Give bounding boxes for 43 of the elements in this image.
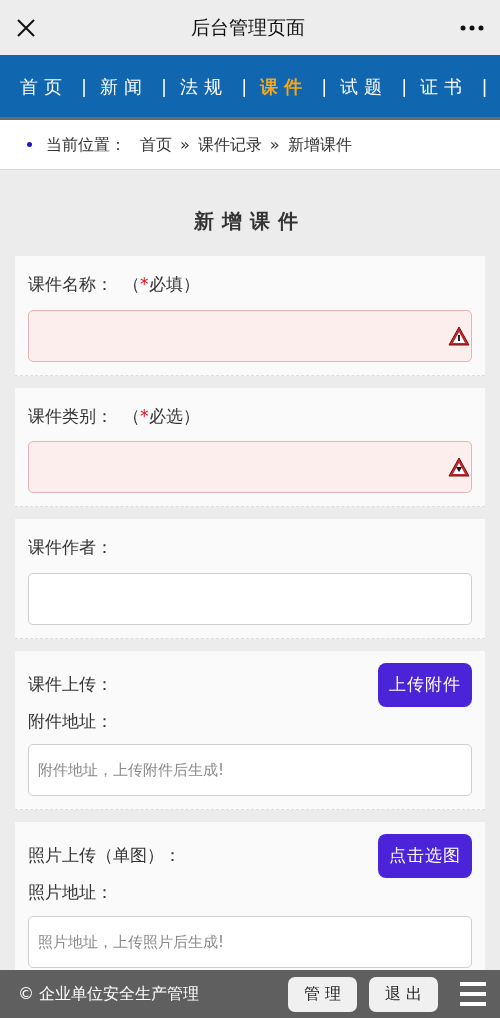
nav-tab[interactable]: 法规	[180, 72, 229, 100]
footer-button[interactable]: 管 理	[287, 976, 357, 1012]
upload-button[interactable]: 点击选图	[378, 834, 472, 878]
nav-separator: |	[161, 74, 168, 99]
field-label: 课件名称：	[28, 273, 113, 296]
menu-icon[interactable]	[460, 981, 486, 1007]
field-label: 课件上传：	[28, 672, 113, 696]
warning-icon	[448, 325, 470, 346]
nav-separator: |	[241, 74, 248, 99]
page-heading: 新增课件	[193, 208, 307, 235]
nav-tab[interactable]: 新闻	[100, 72, 149, 100]
required-note: （*必填）	[123, 273, 200, 296]
nav-tab[interactable]: 证书	[420, 72, 469, 100]
breadcrumb-link[interactable]: 首页	[140, 132, 172, 157]
warning-icon	[448, 457, 470, 477]
nav-separator: |	[481, 74, 488, 99]
text-field[interactable]	[28, 309, 472, 362]
address-field[interactable]: 照片地址，上传照片后生成!	[28, 915, 472, 968]
more-icon[interactable]	[460, 24, 484, 31]
field-label: 课件作者：	[28, 536, 113, 559]
breadcrumb-link[interactable]: 课件记录	[197, 132, 262, 157]
upload-button[interactable]: 上传附件	[378, 662, 472, 707]
breadcrumb-link[interactable]: 新增课件	[287, 132, 352, 157]
field-label: 照片上传（单图）：	[28, 844, 181, 868]
address-field[interactable]: 附件地址，上传附件后生成!	[28, 744, 472, 796]
breadcrumb-separator: »	[180, 133, 190, 156]
breadcrumb-separator: »	[269, 133, 280, 156]
copyright-text: © 企业单位安全生产管理	[18, 983, 201, 1005]
nav-separator: |	[401, 74, 408, 99]
window-title: 后台管理页面	[191, 15, 305, 41]
breadcrumb-prefix: 当前位置：	[46, 133, 126, 156]
close-icon[interactable]	[16, 17, 36, 38]
footer-button[interactable]: 退 出	[368, 976, 438, 1012]
nav-separator: |	[81, 74, 88, 99]
nav-tab[interactable]: 首页	[20, 72, 68, 100]
nav-separator: |	[321, 74, 328, 99]
text-field[interactable]	[28, 572, 472, 625]
required-note: （*必选）	[123, 404, 200, 428]
bullet-icon	[27, 142, 32, 147]
field-label: 附件地址：	[28, 709, 114, 733]
field-label: 照片地址：	[28, 881, 114, 904]
nav-tab[interactable]: 试题	[340, 72, 389, 100]
field-label: 课件类别：	[28, 404, 113, 428]
